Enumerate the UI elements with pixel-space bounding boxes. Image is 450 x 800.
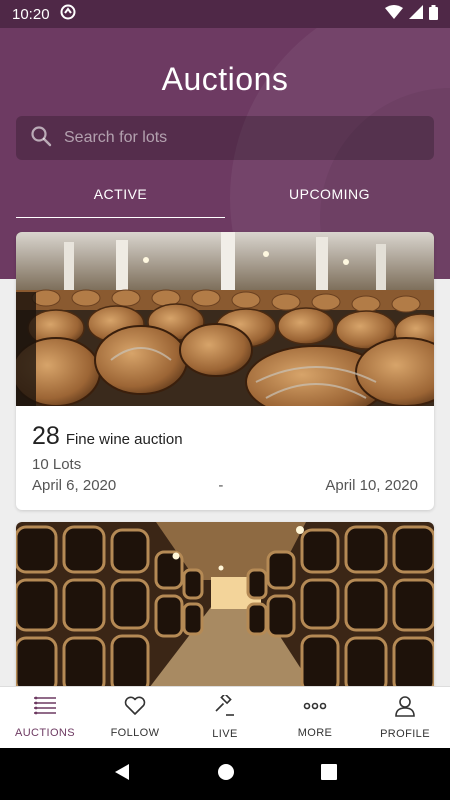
nav-auctions-label: AUCTIONS [14,727,76,739]
auction-details: 28 Fine wine auction 10 Lots April 6, 20… [16,406,434,494]
recents-icon[interactable] [321,763,337,785]
bottom-navigation: AUCTIONS FOLLOW LIVE MORE PROFILE [0,686,450,748]
nav-profile-label: PROFILE [380,728,430,740]
app-notification-icon [60,4,76,24]
wifi-icon [385,5,403,23]
status-time: 10:20 [12,5,50,23]
search-icon [30,125,64,152]
nav-live-label: LIVE [212,728,238,740]
more-icon [303,696,327,721]
end-date: April 10, 2020 [325,477,418,494]
nav-more[interactable]: MORE [270,687,360,748]
list-icon [34,696,56,721]
auction-title: 28 Fine wine auction [32,422,418,451]
tab-active[interactable]: ACTIVE [16,176,225,218]
home-icon[interactable] [217,763,235,786]
bottle-cellar-corridor-photo [16,522,434,692]
date-separator: - [218,477,224,494]
nav-follow-label: FOLLOW [110,727,160,739]
battery-icon [429,4,438,24]
auction-dates: April 6, 2020 - April 10, 2020 [32,477,418,494]
gavel-icon [214,692,236,722]
heart-icon [124,696,146,721]
auction-name: Fine wine auction [65,431,183,448]
nav-more-label: MORE [297,727,333,739]
tab-bar: ACTIVE UPCOMING [16,176,434,218]
search-input[interactable] [64,129,420,147]
nav-profile[interactable]: PROFILE [360,687,450,748]
start-date: April 6, 2020 [32,477,117,494]
system-navigation-bar [0,748,450,800]
auction-card[interactable] [16,522,434,692]
wine-barrel-cellar-photo [16,232,434,406]
auction-card[interactable]: 28 Fine wine auction 10 Lots April 6, 20… [16,232,434,510]
nav-live[interactable]: LIVE [180,687,270,748]
signal-icon [409,5,423,23]
user-icon [394,695,416,722]
nav-follow[interactable]: FOLLOW [90,687,180,748]
lot-count: 10 Lots [32,456,82,473]
back-icon[interactable] [113,763,131,786]
status-bar: 10:20 [0,0,450,28]
tab-upcoming[interactable]: UPCOMING [225,176,434,218]
nav-auctions[interactable]: AUCTIONS [0,687,90,748]
auction-number: 28 [32,422,60,450]
page-title: Auctions [161,61,289,97]
search-box[interactable] [16,116,434,160]
